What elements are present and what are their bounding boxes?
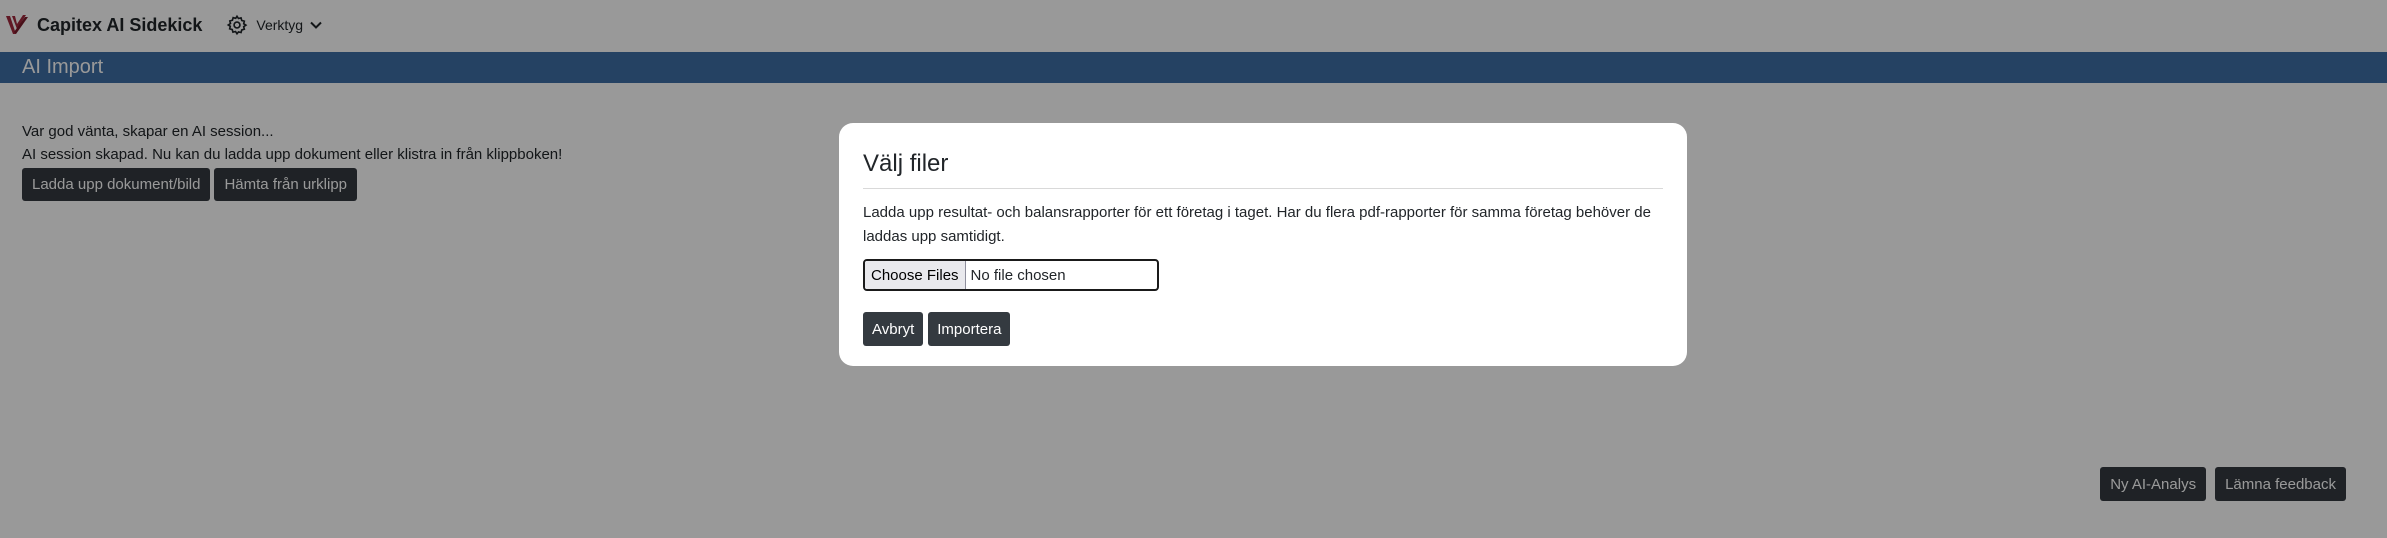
cancel-button[interactable]: Avbryt bbox=[863, 312, 924, 346]
modal-actions: Avbryt Importera bbox=[863, 312, 1663, 346]
import-button[interactable]: Importera bbox=[928, 312, 1011, 346]
modal-divider bbox=[863, 188, 1663, 189]
modal-description: Ladda upp resultat- och balansrapporter … bbox=[863, 204, 1651, 245]
choose-files-modal: Välj filer Ladda upp resultat- och balan… bbox=[839, 123, 1687, 366]
choose-files-button[interactable]: Choose Files bbox=[865, 261, 966, 289]
modal-title: Välj filer bbox=[863, 150, 949, 177]
file-input[interactable]: Choose Files No file chosen bbox=[863, 259, 1159, 291]
app-root: Capitex AI Sidekick Verktyg AI Import Va… bbox=[0, 0, 2387, 538]
file-status-text: No file chosen bbox=[970, 266, 1066, 284]
